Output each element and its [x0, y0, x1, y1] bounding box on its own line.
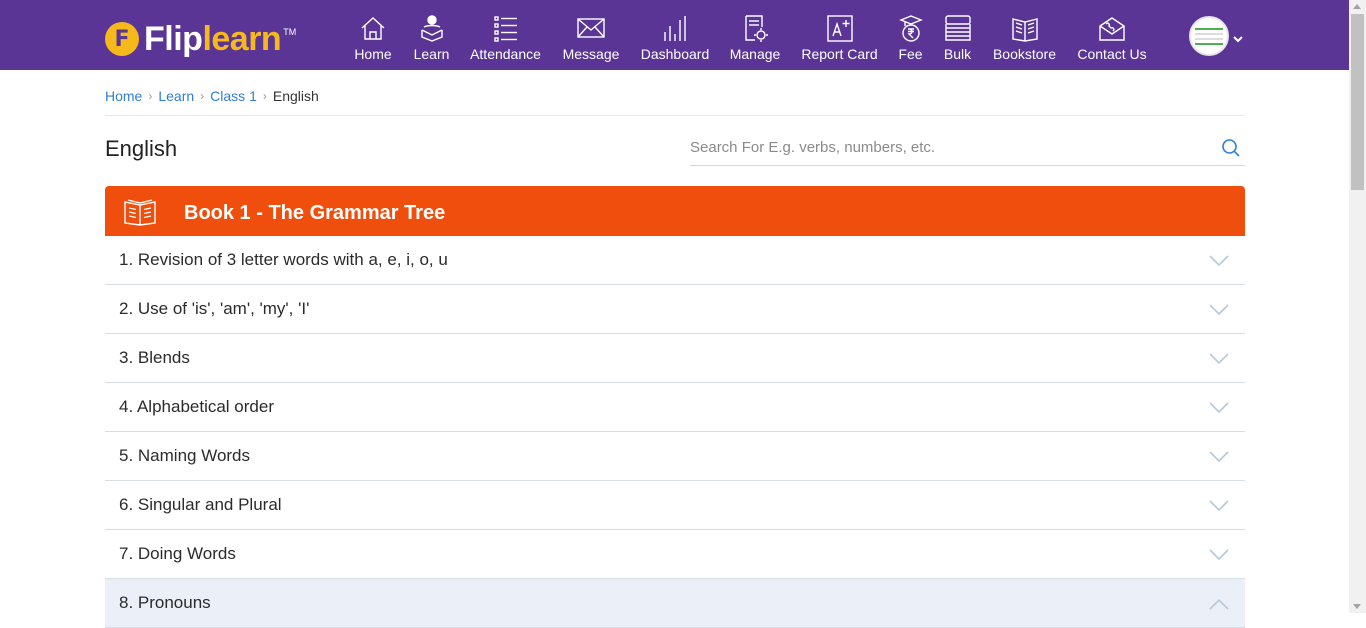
chevron-right-icon: ›	[262, 89, 267, 103]
chevron-down-icon[interactable]	[1209, 352, 1229, 365]
nav-attendance[interactable]: Attendance	[463, 14, 548, 62]
nav-report-card[interactable]: Report Card	[794, 14, 885, 62]
breadcrumb-learn[interactable]: Learn	[158, 88, 194, 104]
nav-learn[interactable]: Learn	[400, 14, 463, 62]
bookstore-icon	[1011, 18, 1038, 42]
nav-message-label: Message	[562, 46, 620, 62]
logo-trademark: TM	[283, 27, 297, 37]
breadcrumb: Home › Learn › Class 1 › English	[105, 88, 1245, 116]
profile-menu[interactable]	[1189, 16, 1243, 56]
chapter-label: 4. Alphabetical order	[119, 397, 274, 416]
breadcrumb-current: English	[272, 88, 319, 104]
chevron-down-icon[interactable]	[1209, 303, 1229, 316]
nav-fee-label: Fee	[898, 46, 923, 62]
chapter-item[interactable]: 4. Alphabetical order	[105, 383, 1245, 432]
dashboard-icon	[664, 16, 686, 41]
chapter-list: 1. Revision of 3 letter words with a, e,…	[105, 236, 1245, 628]
book-header: Book 1 - The Grammar Tree	[105, 186, 1245, 236]
chapter-item[interactable]: 1. Revision of 3 letter words with a, e,…	[105, 236, 1245, 285]
nav-message[interactable]: Message	[548, 14, 634, 62]
book-icon	[123, 196, 157, 226]
nav-learn-label: Learn	[413, 46, 450, 62]
home-icon	[361, 17, 385, 40]
nav-attendance-label: Attendance	[470, 46, 541, 62]
chevron-right-icon: ›	[200, 89, 205, 103]
avatar[interactable]	[1189, 16, 1229, 56]
chapter-item[interactable]: 3. Blends	[105, 334, 1245, 383]
chevron-up-icon[interactable]	[1209, 597, 1229, 610]
logo-text: Fliplearn	[144, 20, 282, 58]
breadcrumb-home[interactable]: Home	[105, 88, 142, 104]
chevron-down-icon[interactable]	[1209, 401, 1229, 414]
nav-report-card-label: Report Card	[801, 46, 878, 62]
nav-bookstore-label: Bookstore	[992, 46, 1057, 62]
page-title: English	[105, 136, 178, 161]
chevron-down-icon[interactable]	[1233, 31, 1243, 43]
top-nav-bar: F Fliplearn TM Home Learn Attendance Mes…	[0, 0, 1349, 70]
nav-fee[interactable]: Fee	[885, 14, 936, 62]
fliplearn-logo[interactable]: F Fliplearn TM	[105, 18, 296, 60]
chapter-item[interactable]: 7. Doing Words	[105, 530, 1245, 579]
nav-bulk-label: Bulk	[943, 46, 972, 62]
chapter-label: 5. Naming Words	[119, 446, 251, 465]
search-input[interactable]	[690, 134, 1210, 160]
chapter-label: 1. Revision of 3 letter words with a, e,…	[119, 250, 448, 269]
chapter-label: 6. Singular and Plural	[119, 495, 282, 514]
chapter-label: 3. Blends	[119, 348, 190, 367]
chapter-item[interactable]: 6. Singular and Plural	[105, 481, 1245, 530]
chapter-label: 8. Pronouns	[119, 593, 211, 612]
breadcrumb-class[interactable]: Class 1	[210, 88, 257, 104]
chevron-down-icon[interactable]	[1209, 499, 1229, 512]
search-icon[interactable]	[1221, 138, 1241, 158]
learn-icon	[420, 15, 443, 42]
nav-dashboard[interactable]: Dashboard	[634, 14, 716, 62]
book-title: Book 1 - The Grammar Tree	[184, 201, 446, 224]
nav-manage[interactable]: Manage	[716, 14, 794, 62]
scroll-up-icon[interactable]	[1353, 4, 1361, 9]
contact-icon	[1099, 17, 1125, 41]
nav-dashboard-label: Dashboard	[640, 46, 710, 62]
chevron-down-icon[interactable]	[1209, 548, 1229, 561]
main-nav: Home Learn Attendance Message Dashboard …	[346, 14, 1154, 62]
nav-contact-us[interactable]: Contact Us	[1070, 14, 1154, 62]
nav-contact-us-label: Contact Us	[1077, 46, 1147, 62]
nav-home[interactable]: Home	[346, 14, 400, 62]
attendance-icon	[493, 16, 517, 42]
nav-home-label: Home	[354, 46, 392, 62]
chevron-down-icon[interactable]	[1209, 254, 1229, 267]
chapter-label: 2. Use of 'is', 'am', 'my', 'I'	[119, 299, 310, 318]
scroll-down-icon[interactable]	[1353, 604, 1361, 609]
page-scrollbar[interactable]	[1349, 0, 1366, 613]
chevron-down-icon[interactable]	[1209, 450, 1229, 463]
logo-mark-icon: F	[105, 22, 139, 56]
nav-bookstore[interactable]: Bookstore	[979, 14, 1070, 62]
nav-manage-label: Manage	[729, 46, 781, 62]
chapter-item-expanded[interactable]: 8. Pronouns	[105, 579, 1245, 628]
manage-icon	[745, 15, 768, 42]
chapter-item[interactable]: 5. Naming Words	[105, 432, 1245, 481]
search-box	[690, 134, 1245, 166]
chapter-item[interactable]: 2. Use of 'is', 'am', 'my', 'I'	[105, 285, 1245, 334]
report-card-icon	[826, 15, 853, 42]
message-icon	[577, 18, 605, 38]
chapter-label: 7. Doing Words	[119, 544, 236, 563]
chevron-right-icon: ›	[148, 89, 153, 103]
nav-bulk[interactable]: Bulk	[936, 14, 979, 62]
bulk-icon	[944, 15, 971, 41]
fee-icon	[898, 15, 923, 42]
scrollbar-thumb[interactable]	[1351, 14, 1364, 190]
